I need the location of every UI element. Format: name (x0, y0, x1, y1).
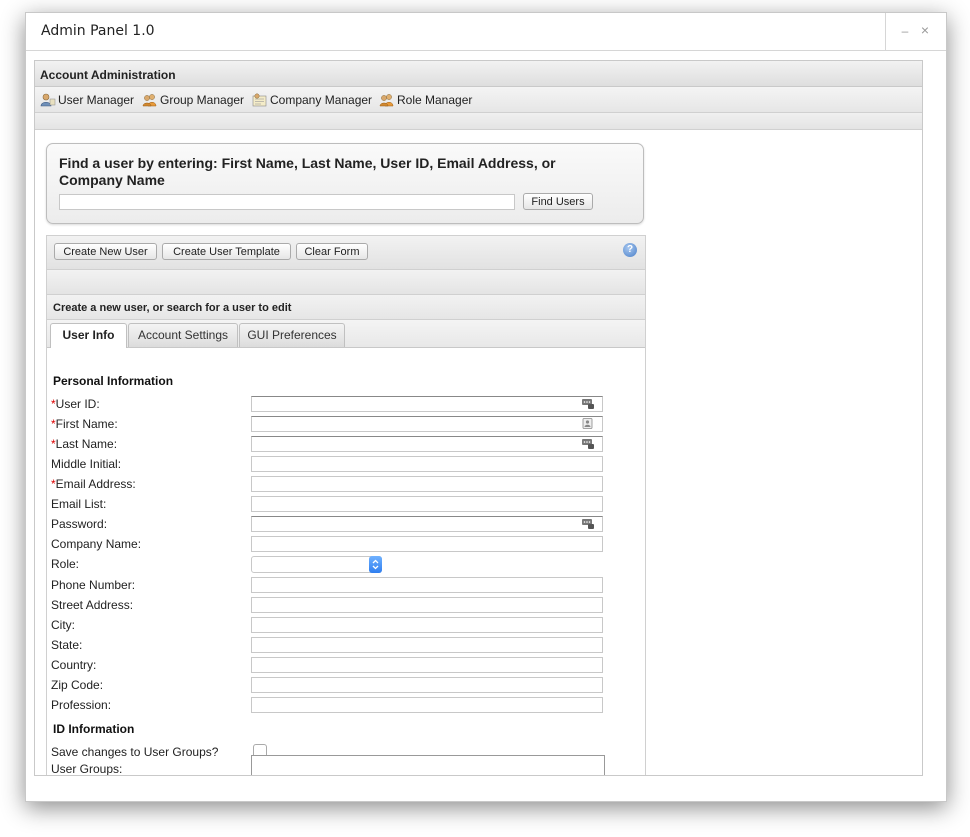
panel-header: Account Administration (35, 61, 922, 87)
search-heading: Find a user by entering: First Name, Las… (59, 155, 556, 188)
city-label: City: (51, 618, 75, 632)
phone-number-field[interactable] (251, 577, 603, 593)
nav-label: Role Manager (397, 93, 473, 107)
user-manager-icon (40, 93, 56, 107)
profession-field[interactable] (251, 697, 603, 713)
role-manager-icon (379, 93, 395, 107)
street-address-label: Street Address: (51, 598, 134, 612)
last-name-field[interactable] (251, 436, 603, 452)
company-name-label: Company Name: (51, 537, 142, 551)
window-title: Admin Panel 1.0 (41, 23, 155, 39)
title-bar: Admin Panel 1.0 – × (26, 13, 946, 51)
form-tabs: User Info Account Settings GUI Preferenc… (47, 320, 645, 348)
zip-code-field[interactable] (251, 677, 603, 693)
search-input[interactable] (59, 194, 515, 210)
user-search-box: Find a user by entering: First Name, Las… (46, 143, 644, 224)
group-manager-icon (142, 93, 158, 107)
password-label: Password: (51, 517, 108, 531)
minimize-icon[interactable]: – (899, 24, 911, 38)
role-select[interactable] (251, 556, 382, 573)
personal-information-heading: Personal Information (53, 374, 174, 388)
street-address-field[interactable] (251, 597, 603, 613)
nav-group-manager[interactable]: Group Manager (142, 93, 244, 107)
profession-label: Profession: (51, 698, 112, 712)
id-information-heading: ID Information (53, 722, 135, 736)
contact-card-icon[interactable] (582, 418, 594, 429)
form-toolbar: Create New User Create User Template Cle… (47, 235, 645, 270)
nav-company-manager[interactable]: Company Manager (252, 93, 372, 107)
company-name-field[interactable] (251, 536, 603, 552)
country-label: Country: (51, 658, 97, 672)
middle-initial-label: Middle Initial: (51, 457, 122, 471)
last-name-label: *Last Name: (51, 437, 118, 451)
nav-label: User Manager (58, 93, 135, 107)
user-id-field[interactable] (251, 396, 603, 412)
select-chevron-icon[interactable] (369, 556, 382, 573)
toolbar-strip (47, 270, 645, 295)
phone-number-label: Phone Number: (51, 578, 136, 592)
save-user-groups-label: Save changes to User Groups? (51, 745, 219, 759)
user-form: Create New User Create User Template Cle… (46, 235, 646, 775)
keychain-icon[interactable] (582, 438, 594, 449)
create-user-template-button[interactable]: Create User Template (162, 243, 291, 260)
user-groups-textarea[interactable] (251, 755, 605, 775)
tab-account-settings[interactable]: Account Settings (128, 323, 238, 347)
password-field[interactable] (251, 516, 603, 532)
admin-panel-window: Admin Panel 1.0 – × Account Administrati… (25, 12, 947, 802)
user-id-label: *User ID: (51, 397, 100, 411)
close-icon[interactable]: × (919, 22, 931, 38)
nav-role-manager[interactable]: Role Manager (379, 93, 472, 107)
form-subtitle: Create a new user, or search for a user … (53, 302, 292, 314)
email-list-label: Email List: (51, 497, 107, 511)
zip-code-label: Zip Code: (51, 678, 104, 692)
find-users-button[interactable]: Find Users (523, 193, 593, 210)
country-field[interactable] (251, 657, 603, 673)
nav-label: Group Manager (160, 93, 245, 107)
account-administration-panel: Account Administration User Manager Grou… (34, 60, 923, 776)
role-label: Role: (51, 557, 80, 571)
form-subtitle-bar: Create a new user, or search for a user … (47, 295, 645, 320)
clear-form-button[interactable]: Clear Form (296, 243, 368, 260)
email-list-field[interactable] (251, 496, 603, 512)
email-address-label: *Email Address: (51, 477, 136, 491)
panel-title: Account Administration (40, 68, 176, 82)
keychain-icon[interactable] (582, 518, 594, 529)
city-field[interactable] (251, 617, 603, 633)
keychain-icon[interactable] (582, 398, 594, 409)
email-address-field[interactable] (251, 476, 603, 492)
state-label: State: (51, 638, 83, 652)
user-groups-label: User Groups: (51, 762, 123, 776)
create-new-user-button[interactable]: Create New User (54, 243, 157, 260)
state-field[interactable] (251, 637, 603, 653)
help-icon[interactable]: ? (623, 243, 637, 257)
first-name-field[interactable] (251, 416, 603, 432)
manager-nav: User Manager Group Manager Company Manag… (35, 87, 922, 113)
nav-label: Company Manager (270, 93, 373, 107)
first-name-label: *First Name: (51, 417, 118, 431)
company-manager-icon (252, 93, 268, 107)
middle-initial-field[interactable] (251, 456, 603, 472)
tab-user-info[interactable]: User Info (50, 323, 127, 348)
nav-user-manager[interactable]: User Manager (40, 93, 134, 107)
panel-spacer-bar (35, 113, 922, 130)
tab-gui-preferences[interactable]: GUI Preferences (239, 323, 345, 347)
window-controls: – × (885, 13, 946, 50)
